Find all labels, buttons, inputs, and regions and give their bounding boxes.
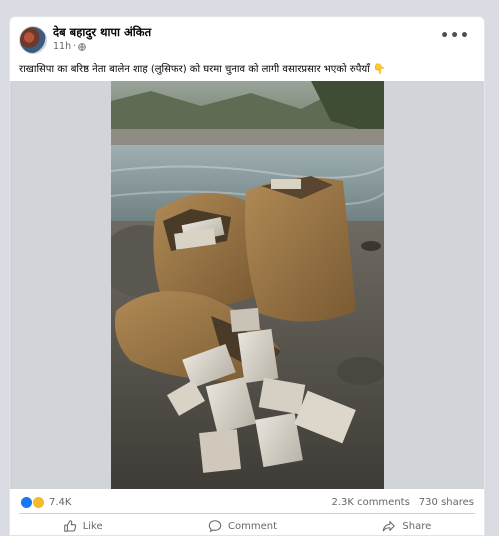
share-arrow-icon bbox=[383, 521, 396, 532]
comments-count[interactable]: 2.3K comments bbox=[331, 497, 409, 508]
divider bbox=[19, 513, 475, 514]
post-time[interactable]: 11h bbox=[53, 41, 71, 52]
post-media[interactable] bbox=[10, 81, 484, 489]
post-actions: Like Comment Share bbox=[10, 515, 484, 535]
reactions-summary[interactable]: 7.4K bbox=[20, 496, 71, 509]
like-button[interactable]: Like bbox=[49, 517, 117, 535]
thumbs-up-icon bbox=[63, 520, 76, 532]
post-stats: 7.4K 2.3K comments 730 shares bbox=[10, 493, 484, 515]
author-name[interactable]: देब बहादुर थापा अंकित bbox=[53, 25, 151, 40]
reactions-count[interactable]: 7.4K bbox=[49, 497, 71, 508]
comment-bubble-icon bbox=[208, 520, 222, 533]
comment-label: Comment bbox=[228, 520, 278, 532]
comment-button[interactable]: Comment bbox=[194, 517, 291, 535]
haha-reaction-icon bbox=[32, 496, 45, 509]
like-label: Like bbox=[82, 520, 103, 532]
engagement-counts: 2.3K comments 730 shares bbox=[331, 497, 474, 508]
share-button[interactable]: Share bbox=[368, 517, 445, 535]
post-header: देब बहादुर थापा अंकित 11h · ••• bbox=[10, 17, 484, 59]
post-card: देब बहादुर थापा अंकित 11h · ••• राखासिपा… bbox=[9, 16, 485, 536]
post-meta: 11h · bbox=[53, 41, 86, 52]
shares-count[interactable]: 730 shares bbox=[419, 497, 474, 508]
avatar[interactable] bbox=[19, 26, 47, 54]
money-bags-photo bbox=[111, 81, 384, 489]
more-options-icon[interactable]: ••• bbox=[440, 29, 470, 43]
globe-icon[interactable] bbox=[78, 42, 86, 51]
post-photo[interactable] bbox=[111, 81, 384, 489]
share-label: Share bbox=[402, 520, 432, 532]
post-caption: राखासिपा का बरिष्ठ नेता बालेन शाह (लुसिफ… bbox=[19, 64, 386, 75]
